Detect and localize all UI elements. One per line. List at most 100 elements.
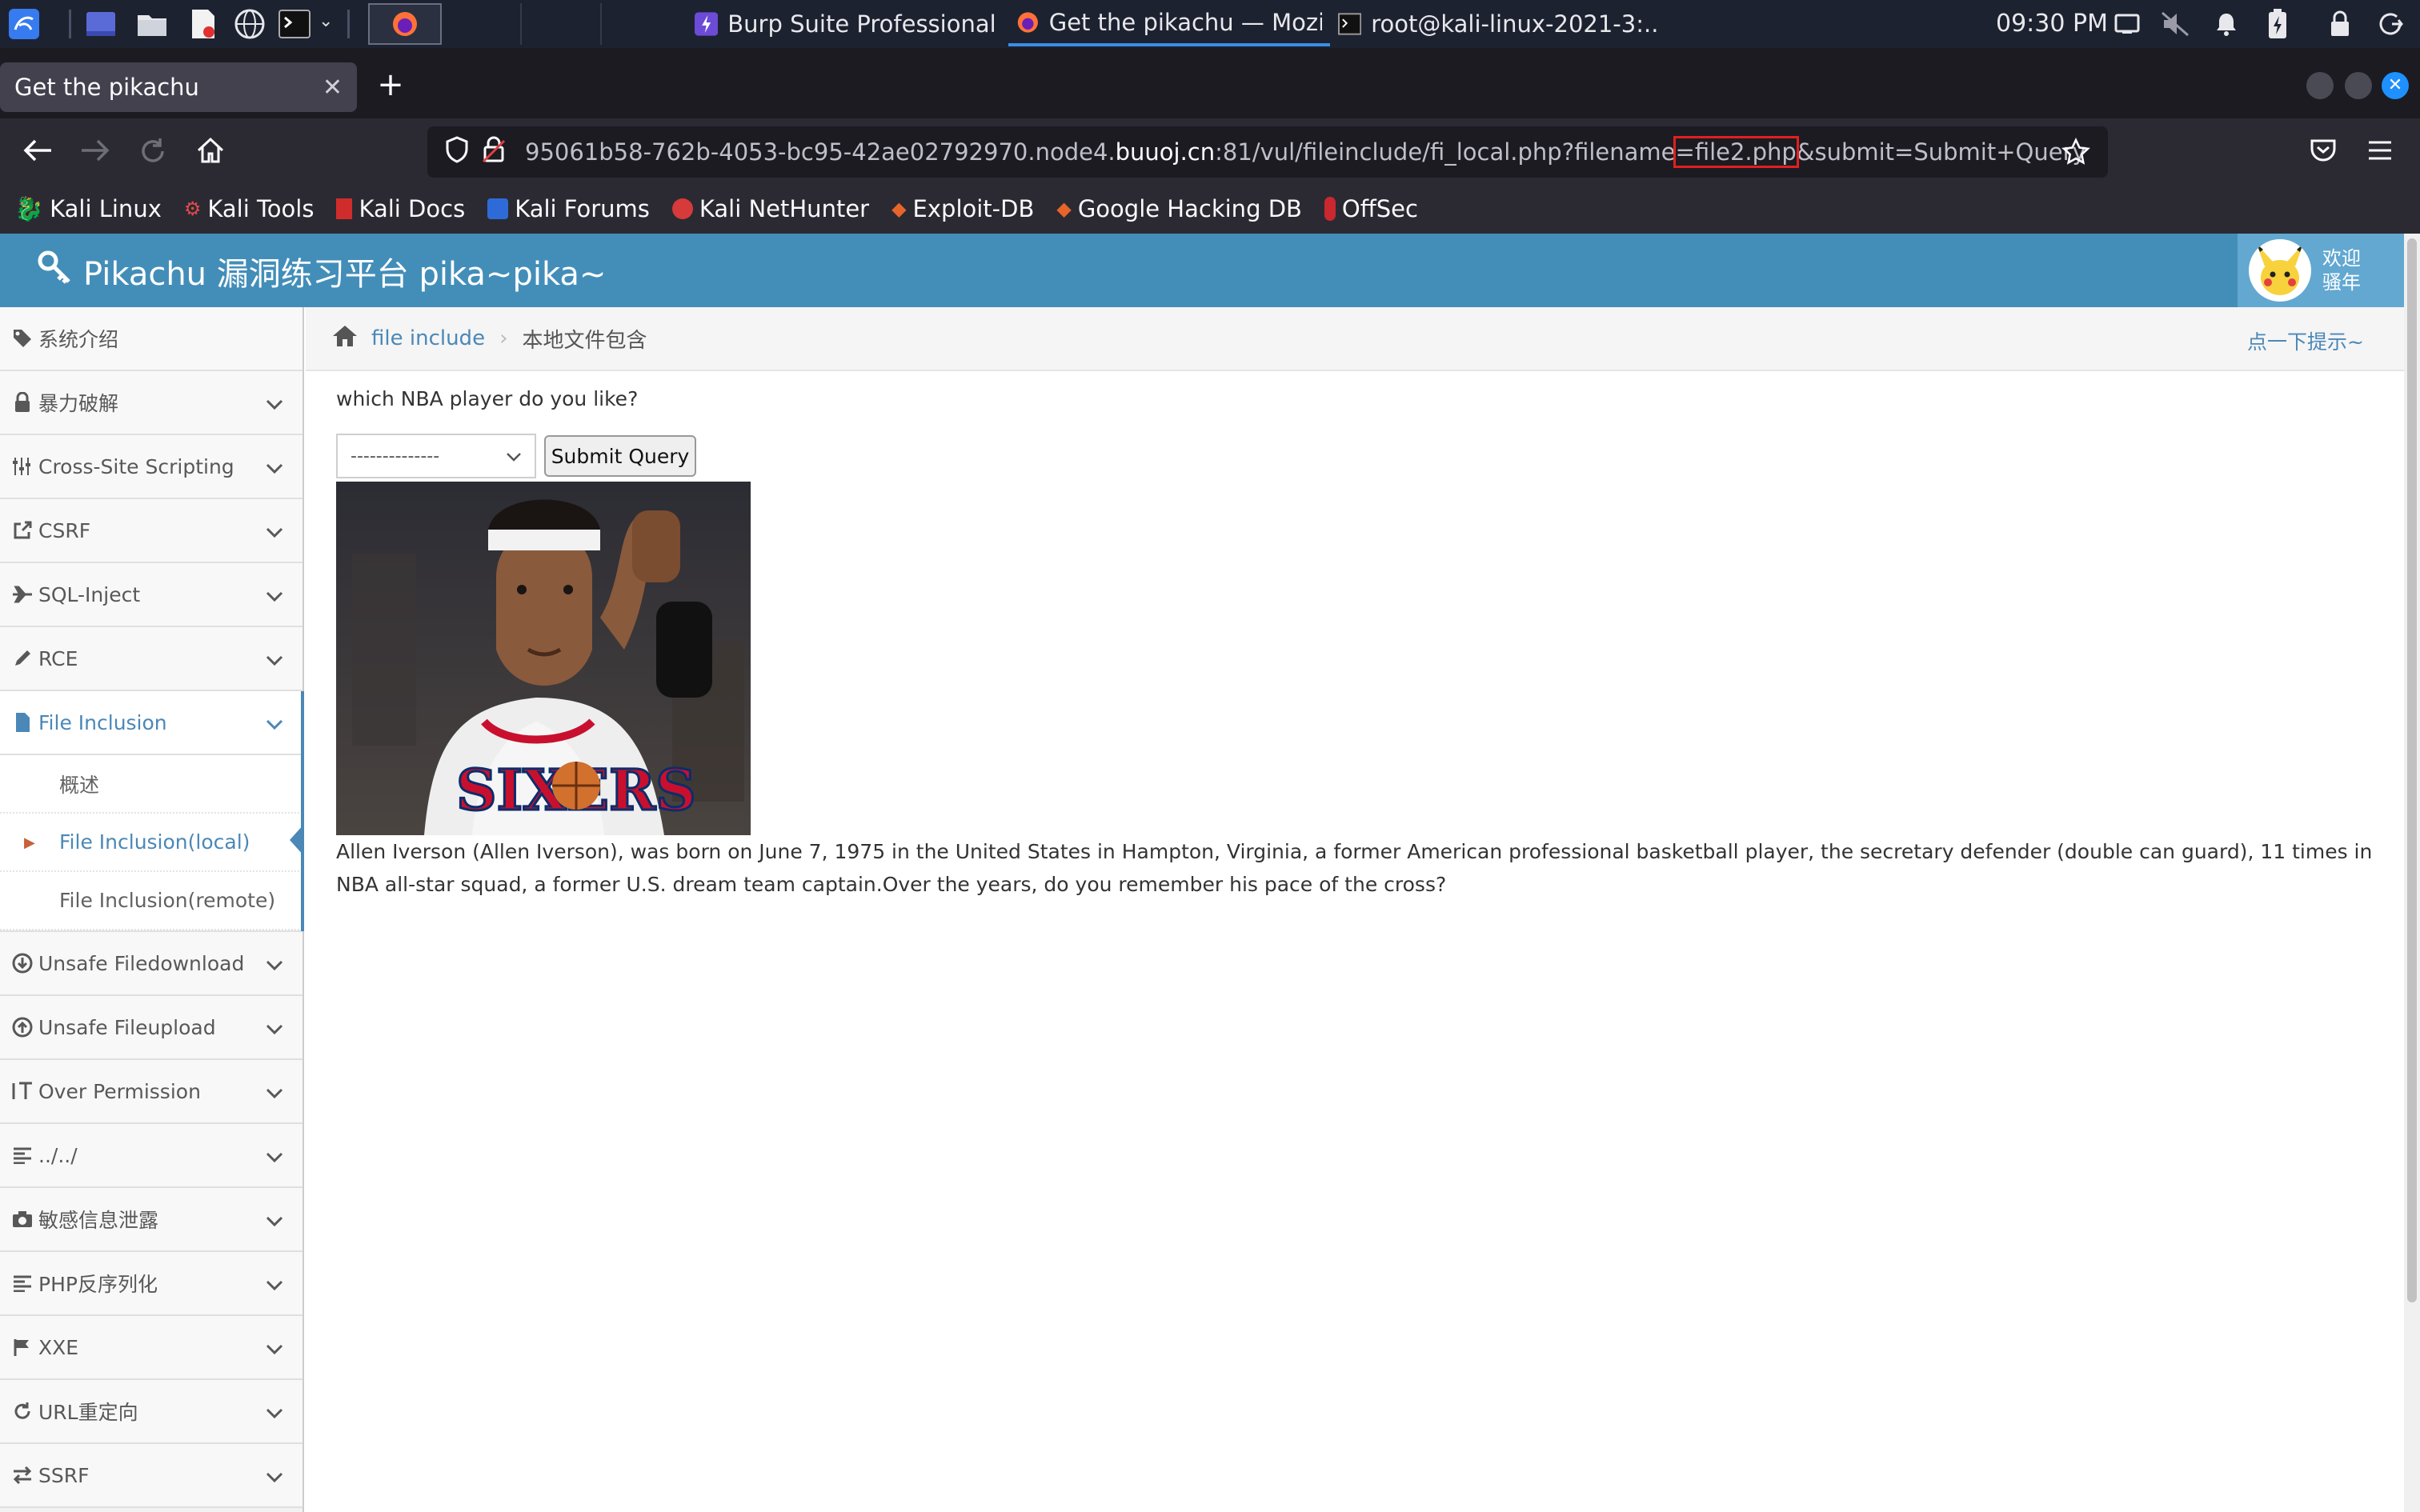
kali-menu-icon[interactable] xyxy=(6,6,42,42)
chevron-down-icon xyxy=(266,1017,283,1040)
insecure-lock-icon[interactable] xyxy=(482,136,506,169)
sidebar-subitem-local[interactable]: ▶ File Inclusion(local) xyxy=(0,814,302,872)
sidebar-item-over-permission[interactable]: Over Permission xyxy=(0,1060,302,1124)
sidebar-item-label: Cross-Site Scripting xyxy=(38,454,234,478)
chevron-down-icon[interactable]: ⌄ xyxy=(319,11,333,31)
chevron-down-icon xyxy=(266,648,283,671)
active-pointer-icon xyxy=(290,824,304,856)
breadcrumb: file include › 本地文件包含 点一下提示~ xyxy=(306,307,2404,371)
browser-tab[interactable]: Get the pikachu ✕ xyxy=(0,62,357,112)
display-icon[interactable] xyxy=(2109,6,2145,42)
sidebar-subitem-overview[interactable]: 概述 xyxy=(0,755,302,814)
bookmarks-toolbar: 🐉 Kali Linux ⚙ Kali Tools Kali Docs Kali F… xyxy=(0,184,2420,234)
submit-query-button[interactable]: Submit Query xyxy=(544,435,696,477)
maximize-window-icon[interactable] xyxy=(2345,72,2372,99)
question-label: which NBA player do you like? xyxy=(336,387,639,410)
minimize-window-icon[interactable] xyxy=(2306,72,2334,99)
sidebar-item-unsafe-filedownload[interactable]: Unsafe Filedownload xyxy=(0,932,302,996)
home-icon xyxy=(331,324,359,354)
sidebar-item-brute-force[interactable]: 暴力破解 xyxy=(0,371,302,435)
select-value: -------------- xyxy=(351,446,440,466)
url-text: 95061b58-762b-4053-bc95-42ae02792970.nod… xyxy=(525,136,2086,168)
forward-arrow-icon[interactable] xyxy=(78,136,110,168)
welcome-line: 欢迎 xyxy=(2322,247,2361,270)
firefox-workspace-icon[interactable] xyxy=(368,3,442,45)
tracking-protection-shield-icon[interactable] xyxy=(445,135,469,169)
sidebar-item-rce[interactable]: RCE xyxy=(0,627,302,691)
hint-link[interactable]: 点一下提示~ xyxy=(2247,326,2364,355)
sidebar-item-csrf[interactable]: CSRF xyxy=(0,499,302,563)
bookmark-kali-nethunter[interactable]: Kali NetHunter xyxy=(671,195,869,222)
user-menu[interactable]: 欢迎 骚年 xyxy=(2238,234,2404,307)
exploit-db-icon: ◆ xyxy=(891,198,907,220)
taskbar-window-burp[interactable]: Burp Suite Professional ... xyxy=(687,2,1008,46)
url-path: :81/vul/fileinclude/fi_local.php?filenam… xyxy=(1215,138,1676,166)
scrollbar-thumb[interactable] xyxy=(2407,238,2417,1302)
sidebar-item-label: ../../ xyxy=(38,1143,78,1167)
sidebar-subitem-remote[interactable]: File Inclusion(remote) xyxy=(0,872,302,930)
taskbar-window-terminal[interactable]: root@kali-linux-2021-3:... xyxy=(1330,2,1666,46)
web-browser-icon[interactable] xyxy=(232,6,267,42)
logout-icon[interactable] xyxy=(2374,6,2409,42)
welcome-line: 骚年 xyxy=(2322,271,2361,294)
taskbar-window-title: Get the pikachu — Mozil... xyxy=(1048,9,1322,36)
sidebar-item-php-unserialize[interactable]: PHP反序列化 xyxy=(0,1252,302,1316)
sidebar-item-label: PHP反序列化 xyxy=(38,1273,158,1296)
url-bar[interactable]: 95061b58-762b-4053-bc95-42ae02792970.nod… xyxy=(427,126,2108,178)
sidebar-item-ssrf[interactable]: SSRF xyxy=(0,1444,302,1508)
pencil-icon xyxy=(10,649,35,668)
home-icon[interactable] xyxy=(195,136,226,168)
bookmark-offsec[interactable]: OffSec xyxy=(1324,195,1418,222)
bookmark-label: Kali Linux xyxy=(50,195,162,222)
bookmark-kali-linux[interactable]: 🐉 Kali Linux xyxy=(14,195,162,223)
sidebar-item-info-leak[interactable]: 敏感信息泄露 xyxy=(0,1188,302,1252)
sidebar-item-label: Over Permission xyxy=(38,1079,201,1103)
taskbar-window-firefox[interactable]: Get the pikachu — Mozil... xyxy=(1008,2,1330,46)
bookmark-label: Kali Forums xyxy=(515,195,650,222)
kali-tools-icon: ⚙ xyxy=(183,198,202,220)
sidebar-item-sql-inject[interactable]: SQL-Inject xyxy=(0,563,302,627)
pocket-icon[interactable] xyxy=(2310,138,2337,166)
battery-charging-icon[interactable] xyxy=(2260,6,2295,42)
player-select[interactable]: -------------- xyxy=(336,434,536,478)
caret-right-icon: ▶ xyxy=(24,834,35,851)
back-arrow-icon[interactable] xyxy=(22,136,54,168)
reload-icon[interactable] xyxy=(138,136,168,170)
bookmark-kali-docs[interactable]: Kali Docs xyxy=(336,195,465,222)
app-brand[interactable]: Pikachu 漏洞练习平台 pika~pika~ xyxy=(37,248,606,294)
close-window-icon[interactable]: ✕ xyxy=(2382,72,2409,99)
tab-title: Get the pikachu xyxy=(14,74,199,101)
bookmark-kali-forums[interactable]: Kali Forums xyxy=(487,195,650,222)
sidebar-item-intro[interactable]: 系统介绍 xyxy=(0,307,302,371)
chevron-down-icon xyxy=(266,712,283,735)
hamburger-menu-icon[interactable] xyxy=(2367,139,2393,165)
refresh-icon xyxy=(10,1402,35,1421)
desktop-icon[interactable] xyxy=(83,6,118,42)
notification-bell-icon[interactable] xyxy=(2209,6,2244,42)
sidebar-item-url-redirect[interactable]: URL重定向 xyxy=(0,1380,302,1444)
lock-screen-icon[interactable] xyxy=(2322,6,2358,42)
clock[interactable]: 09:30 PM xyxy=(1996,10,2108,38)
bookmark-google-hacking-db[interactable]: ◆ Google Hacking DB xyxy=(1056,195,1302,222)
volume-muted-icon[interactable] xyxy=(2158,6,2193,42)
chevron-down-icon xyxy=(266,520,283,543)
file-manager-icon[interactable] xyxy=(134,6,170,42)
terminal-icon[interactable] xyxy=(277,6,312,42)
sidebar-item-xss[interactable]: Cross-Site Scripting xyxy=(0,435,302,499)
new-tab-icon[interactable]: + xyxy=(373,67,408,102)
sidebar-item-xxe[interactable]: XXE xyxy=(0,1316,302,1380)
bookmark-star-icon[interactable] xyxy=(2061,137,2090,172)
close-tab-icon[interactable]: ✕ xyxy=(323,74,343,102)
bookmark-label: Kali Tools xyxy=(207,195,315,222)
app-title: Pikachu 漏洞练习平台 pika~pika~ xyxy=(83,256,607,293)
bookmark-exploit-db[interactable]: ◆ Exploit-DB xyxy=(891,195,1034,222)
sidebar-item-label: 暴力破解 xyxy=(38,392,119,415)
bookmark-kali-tools[interactable]: ⚙ Kali Tools xyxy=(184,195,315,222)
sidebar-item-dir-traversal[interactable]: ../../ xyxy=(0,1124,302,1188)
breadcrumb-link-file-include[interactable]: file include xyxy=(371,326,485,350)
chevron-down-icon xyxy=(266,953,283,976)
sidebar-item-unsafe-fileupload[interactable]: Unsafe Fileupload xyxy=(0,996,302,1060)
sidebar-item-file-inclusion[interactable]: File Inclusion xyxy=(0,691,302,755)
text-editor-icon[interactable] xyxy=(186,6,221,42)
bookmark-label: Exploit-DB xyxy=(912,195,1035,222)
